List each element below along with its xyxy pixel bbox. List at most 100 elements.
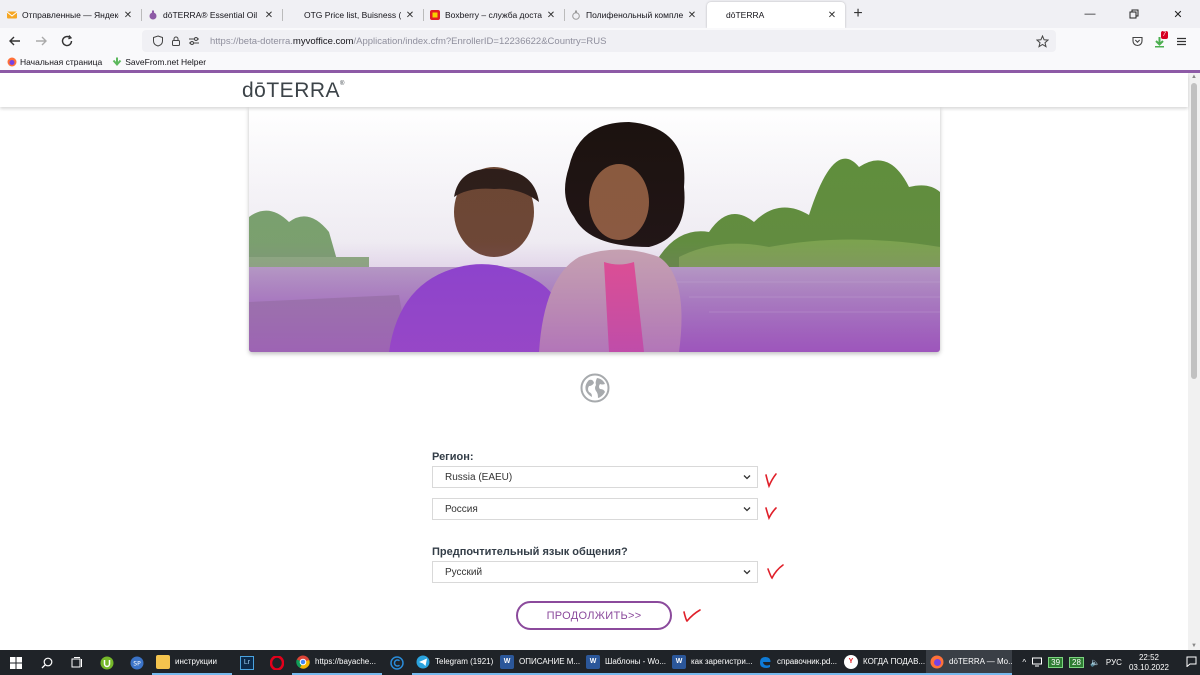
bookmark-star-icon[interactable] — [1034, 33, 1050, 49]
url-path: /Application/index.cfm?EnrollerID=122366… — [353, 35, 607, 47]
task-view-icon[interactable] — [62, 650, 92, 675]
clock-time: 22:52 — [1138, 652, 1159, 662]
windows-start-icon[interactable] — [0, 650, 32, 675]
lightroom-glyph: Lr — [240, 655, 254, 670]
tab-close-icon[interactable]: ✕ — [264, 10, 274, 21]
hero-image — [249, 107, 940, 352]
language-indicator[interactable]: РУС — [1106, 658, 1122, 667]
mail-icon — [6, 10, 18, 20]
word-icon: W — [500, 654, 514, 669]
minimize-icon[interactable]: — — [1068, 0, 1112, 28]
tab-title: Boxberry – служба доставки д — [445, 10, 542, 20]
shield-icon[interactable] — [150, 33, 166, 49]
back-arrow-icon[interactable] — [2, 30, 28, 52]
red-checkmark-icon — [764, 503, 786, 521]
network-icon[interactable] — [1032, 657, 1043, 669]
clock-date: 03.10.2022 — [1128, 662, 1169, 672]
tray-badge-1[interactable]: 39 — [1048, 657, 1064, 668]
savefrom-extension-icon[interactable]: 7 — [1148, 30, 1170, 52]
extension-badge: 7 — [1160, 31, 1168, 39]
chrome-icon — [296, 655, 310, 669]
scroll-up-icon[interactable]: ▲ — [1190, 74, 1198, 80]
search-icon[interactable] — [32, 650, 62, 675]
clock[interactable]: 22:52 03.10.2022 — [1129, 653, 1169, 673]
taskbar-app-word[interactable]: W как зарегистри... — [668, 650, 754, 675]
new-tab-button[interactable]: + — [845, 2, 871, 28]
region-label: Регион: — [432, 451, 474, 463]
language-label: Предпочтительный язык общения? — [432, 546, 628, 558]
taskbar-app-telegram[interactable]: Telegram (1921) — [412, 650, 496, 675]
taskbar-app-firefox[interactable]: dōTERRA — Mo... — [926, 650, 1012, 675]
url-text: https://beta-doterra.myvoffice.com/Appli… — [210, 36, 606, 47]
volume-icon[interactable]: 🔈 — [1090, 658, 1100, 667]
firefox-icon — [7, 57, 17, 67]
language-select-value: Русский — [445, 566, 483, 578]
tray-badge-2[interactable]: 28 — [1069, 657, 1084, 668]
browser-tab[interactable]: Boxberry – служба доставки д ✕ — [423, 2, 564, 28]
tab-close-icon[interactable]: ✕ — [123, 10, 133, 21]
bookmark-label: SaveFrom.net Helper — [125, 57, 207, 67]
tab-close-icon[interactable]: ✕ — [687, 10, 697, 21]
taskbar-app-yandex[interactable]: Y КОГДА ПОДАВ... — [840, 650, 926, 675]
taskbar-app-label: https://bayache... — [315, 657, 376, 666]
close-window-icon[interactable]: ✕ — [1156, 0, 1200, 28]
bookmark-start-page[interactable]: Начальная страница — [7, 57, 102, 67]
country-select[interactable]: Россия — [432, 498, 758, 520]
language-select[interactable]: Русский — [432, 561, 758, 583]
browser-tab-strip: Отправленные — Яндекс Почт ✕ dōTERRA® Es… — [0, 0, 1200, 28]
taskbar-app-label: как зарегистри... — [691, 657, 753, 666]
forward-arrow-icon[interactable] — [28, 30, 54, 52]
blank-page-icon — [289, 10, 299, 20]
edge-icon — [758, 655, 772, 669]
logo-text: dōTERRA — [242, 79, 341, 102]
notification-icon[interactable] — [1186, 656, 1197, 669]
doterra-drop-icon — [571, 10, 581, 20]
red-checkmark-icon — [766, 563, 788, 581]
system-tray: ^ 39 28 🔈 РУС 22:52 03.10.2022 — [1019, 650, 1200, 675]
taskbar-app-word[interactable]: W ОПИСАНИЕ М... — [496, 650, 582, 675]
lightroom-icon[interactable]: Lr — [232, 650, 262, 675]
utorrent-icon[interactable] — [92, 650, 122, 675]
chevron-up-icon[interactable]: ^ — [1022, 658, 1026, 667]
doterra-logo[interactable]: dōTERRA® — [242, 79, 345, 103]
site-header: dōTERRA® — [0, 73, 1188, 107]
reload-icon[interactable] — [54, 30, 80, 52]
browser-tab[interactable]: dōTERRA® Essential Oil Speciali ✕ — [141, 2, 282, 28]
taskbar-app-word[interactable]: W Шаблоны - Wo... — [582, 650, 668, 675]
taskbar-app-label: инструкции — [175, 657, 217, 666]
browser-tab[interactable]: Полифенольный комплекс Do ✕ — [564, 2, 705, 28]
browser-tab[interactable]: Отправленные — Яндекс Почт ✕ — [0, 2, 141, 28]
download-arrow-icon — [112, 57, 122, 67]
taskbar-app-chrome[interactable]: https://bayache... — [292, 650, 382, 675]
taskbar-app-label: Шаблоны - Wo... — [605, 657, 667, 666]
continue-button[interactable]: ПРОДОЛЖИТЬ>> — [516, 601, 672, 630]
folder-icon — [156, 654, 170, 669]
scrollbar-thumb[interactable] — [1191, 83, 1197, 379]
pocket-icon[interactable] — [1126, 30, 1148, 52]
tab-close-icon[interactable]: ✕ — [827, 10, 837, 21]
taskbar-app-edge[interactable]: справочник.pd... — [754, 650, 840, 675]
taskbar-app-label: Telegram (1921) — [435, 657, 494, 666]
ccleaner-icon[interactable] — [382, 650, 412, 675]
app-blue-icon[interactable]: SP — [122, 650, 152, 675]
tab-title: Отправленные — Яндекс Почт — [22, 10, 119, 20]
browser-tab[interactable]: OTG Price list, Buisness (website) (2) ✕ — [282, 2, 423, 28]
telegram-icon — [416, 655, 430, 669]
scroll-down-icon[interactable]: ▼ — [1190, 643, 1198, 649]
restore-icon[interactable] — [1112, 0, 1156, 28]
menu-hamburger-icon[interactable] — [1170, 30, 1192, 52]
opera-icon[interactable] — [262, 650, 292, 675]
browser-tab-active[interactable]: dōTERRA ✕ — [707, 2, 845, 28]
permissions-icon[interactable] — [186, 33, 202, 49]
bookmark-label: Начальная страница — [20, 57, 103, 67]
address-bar[interactable]: https://beta-doterra.myvoffice.com/Appli… — [142, 30, 1056, 52]
page-scrollbar[interactable]: ▲ ▼ — [1188, 73, 1200, 650]
bookmark-savefrom[interactable]: SaveFrom.net Helper — [112, 57, 206, 67]
tab-close-icon[interactable]: ✕ — [546, 10, 556, 21]
tab-close-icon[interactable]: ✕ — [405, 10, 415, 21]
taskbar-app-folder[interactable]: инструкции — [152, 650, 232, 675]
region-select[interactable]: Russia (EAEU) — [432, 466, 758, 488]
doterra-drop-icon — [148, 10, 158, 20]
lock-icon[interactable] — [168, 33, 184, 49]
region-select-value: Russia (EAEU) — [445, 471, 513, 483]
